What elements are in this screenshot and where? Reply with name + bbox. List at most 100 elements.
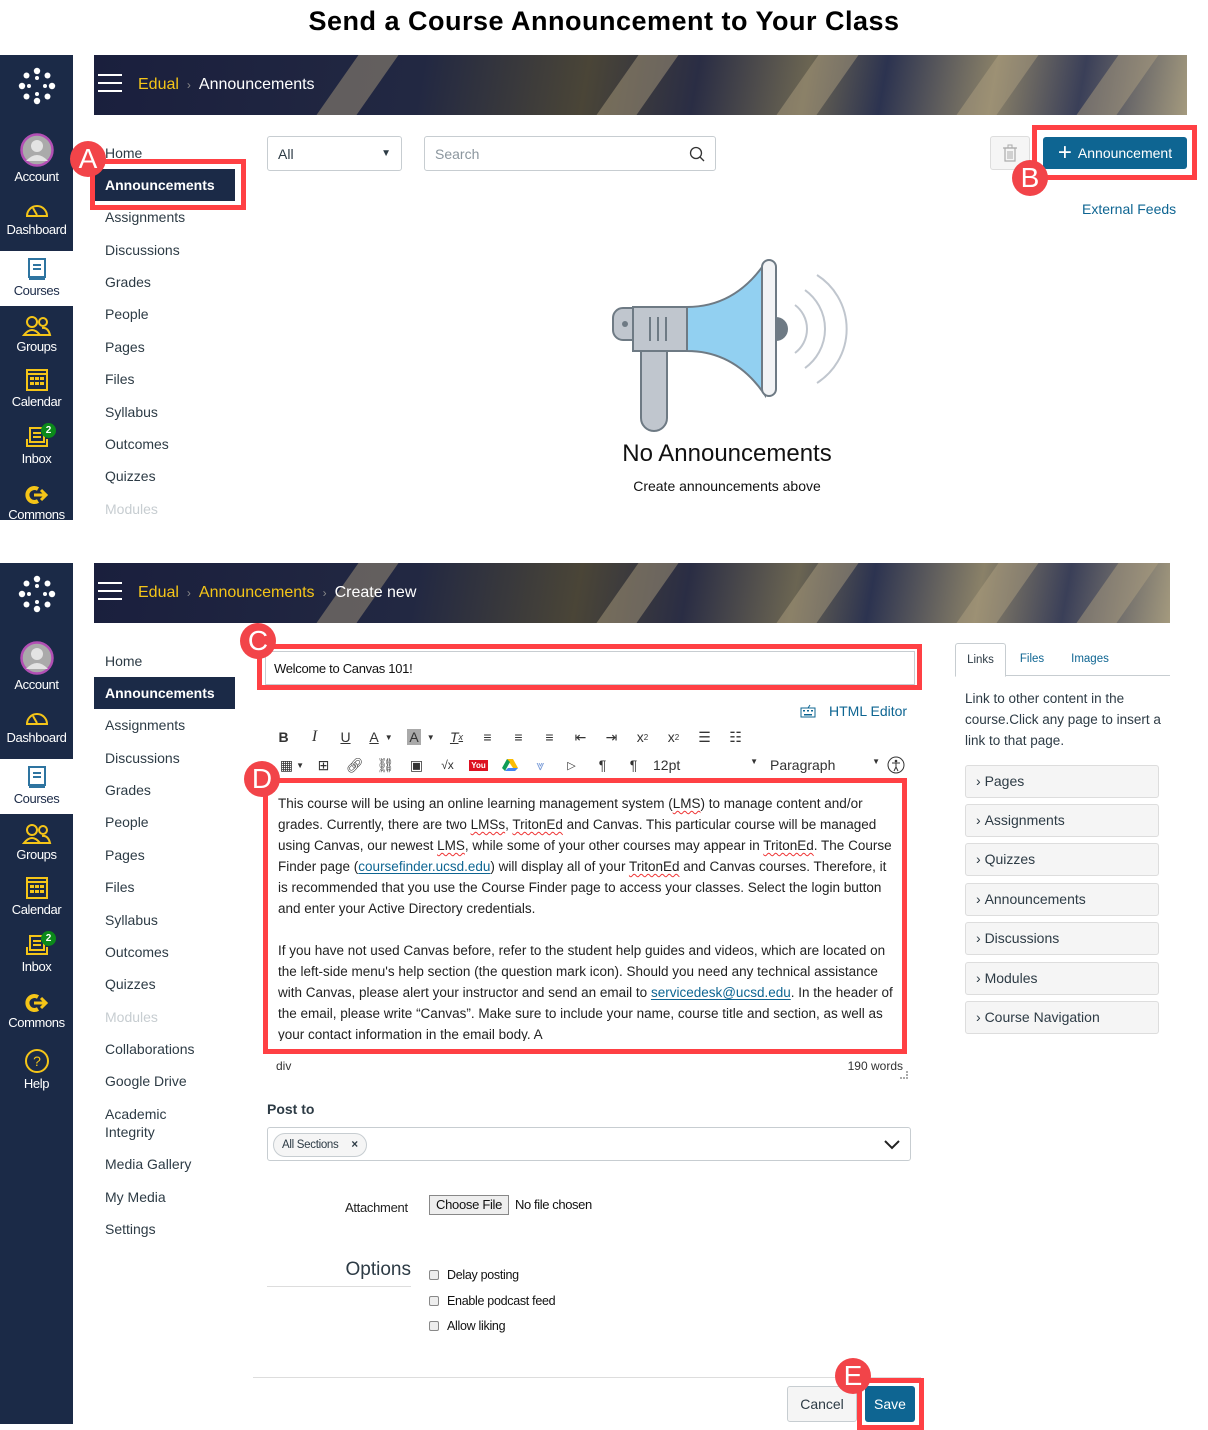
course-nav-outcomes[interactable]: Outcomes — [94, 428, 235, 460]
side-section-modules[interactable]: › Modules — [965, 962, 1159, 995]
coursefinder-link[interactable]: coursefinder.ucsd.edu — [358, 859, 490, 874]
underline-button[interactable]: U — [330, 726, 361, 748]
nav-calendar[interactable]: Calendar — [0, 874, 73, 928]
course-nav-my-media[interactable]: My Media — [94, 1181, 235, 1213]
course-nav-people[interactable]: People — [94, 806, 235, 838]
side-section-assignments[interactable]: › Assignments — [965, 804, 1159, 837]
add-announcement-button[interactable]: + Announcement — [1043, 137, 1187, 169]
tab-files[interactable]: Files — [1010, 643, 1054, 676]
vimeo-icon[interactable]: ⩔ — [525, 754, 556, 776]
nav-courses[interactable]: Courses — [0, 251, 73, 306]
side-section-announcements[interactable]: › Announcements — [965, 883, 1159, 916]
course-nav-outcomes[interactable]: Outcomes — [94, 936, 235, 968]
nav-commons[interactable]: Commons — [0, 485, 73, 520]
search-input[interactable]: Search — [424, 136, 716, 171]
external-feeds-link[interactable]: External Feeds — [1082, 201, 1176, 217]
side-section-discussions[interactable]: › Discussions — [965, 922, 1159, 955]
nav-courses[interactable]: Courses — [0, 759, 73, 814]
checkbox[interactable] — [429, 1321, 439, 1331]
course-nav-home[interactable]: Home — [94, 645, 235, 677]
logo[interactable] — [0, 575, 73, 619]
course-nav-academic-integrity[interactable]: Academic Integrity — [94, 1099, 194, 1143]
align-left-icon[interactable]: ≡ — [472, 726, 503, 748]
course-nav-files[interactable]: Files — [94, 363, 235, 395]
course-nav-announcements[interactable]: Announcements — [94, 169, 235, 201]
course-nav-home[interactable]: Home — [94, 137, 235, 169]
course-nav-assignments[interactable]: Assignments — [94, 201, 235, 233]
course-nav-media-gallery[interactable]: Media Gallery — [94, 1148, 235, 1180]
block-format-select[interactable]: Paragraph ▼ — [770, 757, 880, 773]
breadcrumb-announcements[interactable]: Announcements — [199, 584, 315, 602]
link-icon[interactable]: 🔗︎ — [339, 754, 370, 776]
course-nav-grades[interactable]: Grades — [94, 266, 235, 298]
tab-images[interactable]: Images — [1060, 643, 1120, 676]
course-nav-discussions[interactable]: Discussions — [94, 234, 235, 266]
course-nav-pages[interactable]: Pages — [94, 839, 235, 871]
option-delay-posting[interactable]: Delay posting — [429, 1268, 519, 1282]
accessibility-checker-icon[interactable] — [880, 754, 911, 776]
side-section-quizzes[interactable]: › Quizzes — [965, 843, 1159, 876]
youtube-icon[interactable]: You — [463, 754, 494, 776]
hamburger-menu-icon[interactable] — [98, 74, 122, 94]
clear-formatting-button[interactable]: Tx — [441, 726, 472, 748]
course-nav-settings[interactable]: Settings — [94, 1213, 235, 1245]
side-section-pages[interactable]: › Pages — [965, 765, 1159, 798]
remove-tag-icon[interactable]: × — [351, 1139, 358, 1151]
ltr-paragraph-icon[interactable]: ¶ — [587, 754, 618, 776]
checkbox[interactable] — [429, 1296, 439, 1306]
google-drive-icon[interactable] — [494, 754, 525, 776]
html-editor-toggle[interactable]: HTML Editor — [800, 703, 907, 719]
equation-icon[interactable]: √x — [432, 754, 463, 776]
nav-inbox[interactable]: 2 Inbox — [0, 423, 73, 475]
course-nav-syllabus[interactable]: Syllabus — [94, 396, 235, 428]
rtl-paragraph-icon[interactable]: ¶ — [618, 754, 649, 776]
nav-groups[interactable]: Groups — [0, 315, 73, 365]
course-nav-pages[interactable]: Pages — [94, 331, 235, 363]
text-color-button[interactable]: A ▼ — [361, 726, 401, 748]
bold-button[interactable]: B — [268, 726, 299, 748]
side-section-course-navigation[interactable]: › Course Navigation — [965, 1001, 1159, 1034]
course-nav-files[interactable]: Files — [94, 871, 235, 903]
tab-links[interactable]: Links — [955, 643, 1006, 677]
nav-inbox[interactable]: 2 Inbox — [0, 931, 73, 983]
save-button[interactable]: Save — [865, 1386, 915, 1422]
breadcrumb-course[interactable]: Edual — [138, 76, 179, 94]
breadcrumb-course[interactable]: Edual — [138, 584, 179, 602]
italic-button[interactable]: I — [299, 726, 330, 748]
option-allow-liking[interactable]: Allow liking — [429, 1319, 506, 1333]
course-nav-google-drive[interactable]: Google Drive — [94, 1065, 235, 1097]
bullet-list-icon[interactable]: ☰ — [689, 726, 720, 748]
video-icon[interactable]: ▷ — [556, 754, 587, 776]
superscript-button[interactable]: x2 — [627, 726, 658, 748]
indent-icon[interactable]: ⇥ — [596, 726, 627, 748]
title-input[interactable]: Welcome to Canvas 101! — [265, 651, 915, 685]
option-enable-podcast-feed[interactable]: Enable podcast feed — [429, 1294, 556, 1308]
numbered-list-icon[interactable]: ☷ — [720, 726, 751, 748]
course-nav-assignments[interactable]: Assignments — [94, 709, 235, 741]
image-icon[interactable]: ▣ — [401, 754, 432, 776]
background-color-button[interactable]: A ▼ — [401, 726, 441, 748]
nav-calendar[interactable]: Calendar — [0, 366, 73, 420]
media-embed-icon[interactable]: ⊞ — [308, 754, 339, 776]
post-to-select[interactable]: All Sections × — [267, 1127, 911, 1161]
align-center-icon[interactable]: ≡ — [503, 726, 534, 748]
logo[interactable] — [0, 67, 73, 111]
course-nav-quizzes[interactable]: Quizzes — [94, 460, 235, 492]
nav-account[interactable]: Account — [0, 641, 73, 693]
course-nav-grades[interactable]: Grades — [94, 774, 235, 806]
unlink-icon[interactable]: ⛓︎ — [370, 754, 401, 776]
editor-resize-handle[interactable] — [900, 1071, 908, 1079]
nav-commons[interactable]: Commons — [0, 993, 73, 1043]
course-nav-quizzes[interactable]: Quizzes — [94, 968, 235, 1000]
nav-dashboard[interactable]: Dashboard — [0, 706, 73, 756]
font-size-select[interactable]: 12pt ▼ — [653, 757, 758, 773]
nav-groups[interactable]: Groups — [0, 823, 73, 873]
course-nav-collaborations[interactable]: Collaborations — [94, 1033, 235, 1065]
nav-help[interactable]: ? Help — [0, 1048, 73, 1098]
announcement-body-editor[interactable]: This course will be using an online lear… — [270, 791, 902, 1041]
nav-dashboard[interactable]: Dashboard — [0, 198, 73, 248]
choose-file-button[interactable]: Choose File — [429, 1195, 510, 1215]
course-nav-announcements[interactable]: Announcements — [94, 677, 235, 709]
course-nav-people[interactable]: People — [94, 298, 235, 330]
align-right-icon[interactable]: ≡ — [534, 726, 565, 748]
